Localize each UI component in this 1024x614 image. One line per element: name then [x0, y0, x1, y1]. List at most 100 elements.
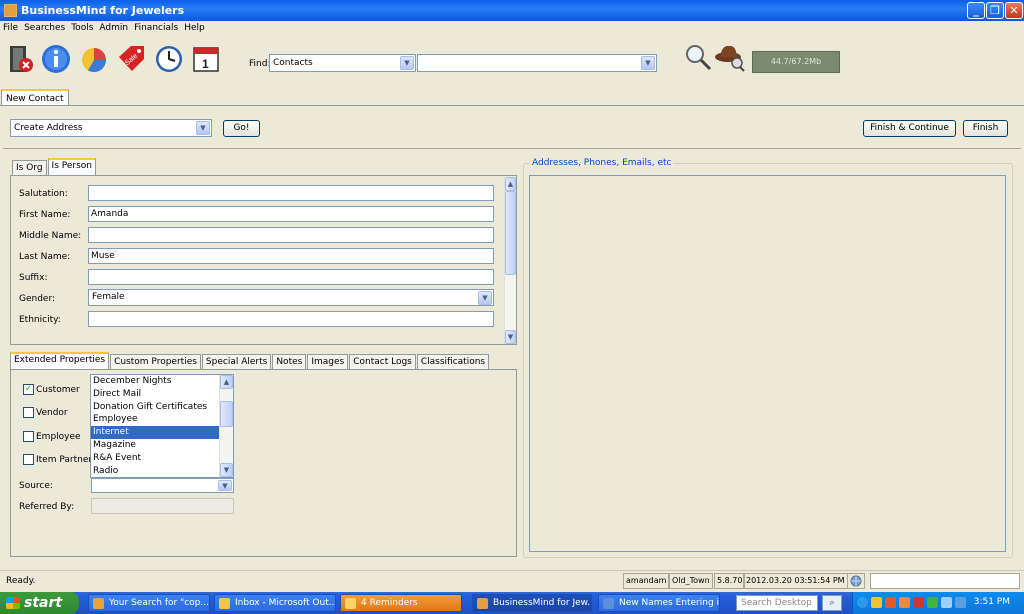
ethnicity-field[interactable] [88, 311, 494, 327]
menu-tools[interactable]: Tools [68, 21, 96, 35]
finish-button[interactable]: Finish [963, 120, 1008, 137]
maximize-button[interactable]: ❐ [986, 2, 1004, 19]
employee-checkbox[interactable] [23, 431, 34, 442]
tray-network-icon[interactable] [927, 597, 938, 608]
task-label: Your Search for "cop... [109, 598, 209, 608]
middle-name-field[interactable] [88, 227, 494, 243]
scroll-thumb[interactable] [220, 401, 233, 427]
globe-icon[interactable] [847, 573, 865, 589]
source-option-selected[interactable]: Internet [91, 426, 233, 439]
magnifier-icon[interactable] [682, 42, 714, 74]
doc-tab-new-contact[interactable]: New Contact [1, 89, 69, 106]
task-businessmind[interactable]: BusinessMind for Jew... [472, 594, 592, 612]
finish-continue-button[interactable]: Finish & Continue [863, 120, 956, 137]
source-scrollbar[interactable]: ▲ ▼ [219, 375, 233, 477]
desktop-search-input[interactable]: Search Desktop [736, 595, 818, 611]
find-category-value: Contacts [273, 58, 313, 68]
tab-classifications[interactable]: Classifications [416, 354, 490, 369]
task-new-names[interactable]: New Names Entering i... [598, 594, 720, 612]
task-label: BusinessMind for Jew... [493, 598, 592, 608]
gender-label: Gender: [19, 294, 56, 304]
last-name-field[interactable]: Muse [88, 248, 494, 264]
menu-financials[interactable]: Financials [131, 21, 181, 35]
source-option[interactable]: December Nights [91, 375, 233, 388]
detective-icon[interactable] [714, 42, 746, 74]
property-tabs: Extended Properties Custom Properties Sp… [10, 352, 490, 369]
close-button[interactable]: ✕ [1005, 2, 1023, 19]
tab-special-alerts[interactable]: Special Alerts [201, 354, 272, 369]
task-outlook-inbox[interactable]: Inbox - Microsoft Out... [214, 594, 336, 612]
tray-display-icon[interactable] [955, 597, 966, 608]
scroll-down-icon[interactable]: ▼ [220, 463, 233, 477]
first-name-field[interactable]: Amanda [88, 206, 494, 222]
customer-label: Customer [36, 385, 80, 395]
sale-tag-icon[interactable]: Sale [115, 43, 147, 75]
outlook-icon [219, 598, 230, 609]
tab-extended-properties[interactable]: Extended Properties [10, 352, 110, 369]
tray-mail-icon[interactable] [871, 597, 882, 608]
go-button[interactable]: Go! [223, 120, 260, 137]
exit-icon[interactable] [4, 43, 36, 75]
status-input[interactable] [870, 573, 1020, 589]
tray-volume-icon[interactable] [941, 597, 952, 608]
source-select[interactable]: ▼ [91, 478, 234, 493]
tab-contact-logs[interactable]: Contact Logs [349, 354, 416, 369]
task-reminders[interactable]: 4 Reminders [340, 594, 462, 612]
person-scrollbar[interactable]: ▲ ▼ [504, 177, 516, 344]
browser-icon [93, 598, 104, 609]
find-label: Find: [249, 59, 271, 69]
scroll-thumb[interactable] [505, 191, 516, 275]
source-listbox[interactable]: December Nights Direct Mail Donation Gif… [90, 374, 234, 478]
tab-is-person[interactable]: Is Person [47, 158, 96, 175]
find-category-select[interactable]: Contacts ▼ [269, 54, 416, 72]
action-select-value: Create Address [14, 123, 83, 133]
vendor-checkbox[interactable] [23, 407, 34, 418]
source-option[interactable]: Radio [91, 465, 233, 477]
customer-checkbox[interactable]: ✓ [23, 384, 34, 395]
scroll-up-icon[interactable]: ▲ [505, 177, 516, 191]
menu-searches[interactable]: Searches [21, 21, 68, 35]
tray-security-icon[interactable] [885, 597, 896, 608]
search-icon[interactable]: ⌕ [822, 595, 842, 611]
scroll-up-icon[interactable]: ▲ [220, 375, 233, 389]
addresses-list[interactable] [529, 175, 1006, 552]
tray-alert-icon[interactable] [913, 597, 924, 608]
action-select[interactable]: Create Address ▼ [10, 119, 212, 137]
menu-help[interactable]: Help [181, 21, 208, 35]
pie-chart-icon[interactable] [78, 43, 110, 75]
salutation-field[interactable] [88, 185, 494, 201]
menu-admin[interactable]: Admin [96, 21, 131, 35]
status-bar: Ready. amandam Old_Town 5.8.70 2012.03.2… [0, 570, 1024, 590]
tab-images[interactable]: Images [307, 354, 349, 369]
tab-custom-properties[interactable]: Custom Properties [110, 354, 201, 369]
menu-bar: File Searches Tools Admin Financials Help [0, 21, 1024, 36]
source-option[interactable]: Direct Mail [91, 388, 233, 401]
clock-icon[interactable] [153, 43, 185, 75]
source-option[interactable]: Employee [91, 413, 233, 426]
calendar-icon[interactable]: 1 [190, 43, 222, 75]
item-partner-label: Item Partner [36, 455, 93, 465]
source-option[interactable]: R&A Event [91, 452, 233, 465]
scroll-down-icon[interactable]: ▼ [505, 330, 516, 344]
task-label: New Names Entering i... [619, 598, 720, 608]
tab-is-org[interactable]: Is Org [12, 160, 47, 175]
employee-label: Employee [36, 432, 81, 442]
addresses-group-legend: Addresses, Phones, Emails, etc [530, 158, 674, 168]
svg-text:1: 1 [202, 57, 209, 71]
suffix-field[interactable] [88, 269, 494, 285]
task-search-browser[interactable]: Your Search for "cop... [88, 594, 210, 612]
tray-update-icon[interactable] [899, 597, 910, 608]
tray-arrow-icon[interactable] [857, 597, 868, 608]
suffix-label: Suffix: [19, 273, 48, 283]
minimize-button[interactable]: _ [967, 2, 985, 19]
menu-file[interactable]: File [0, 21, 21, 35]
info-icon[interactable] [40, 43, 72, 75]
start-button[interactable]: start [0, 592, 79, 614]
source-option[interactable]: Donation Gift Certificates [91, 401, 233, 414]
source-option[interactable]: Magazine [91, 439, 233, 452]
tab-notes[interactable]: Notes [272, 354, 307, 369]
chevron-down-icon: ▼ [218, 480, 232, 491]
item-partner-checkbox[interactable] [23, 454, 34, 465]
find-value-select[interactable]: ▼ [417, 54, 657, 72]
gender-select[interactable]: Female ▼ [88, 289, 494, 306]
